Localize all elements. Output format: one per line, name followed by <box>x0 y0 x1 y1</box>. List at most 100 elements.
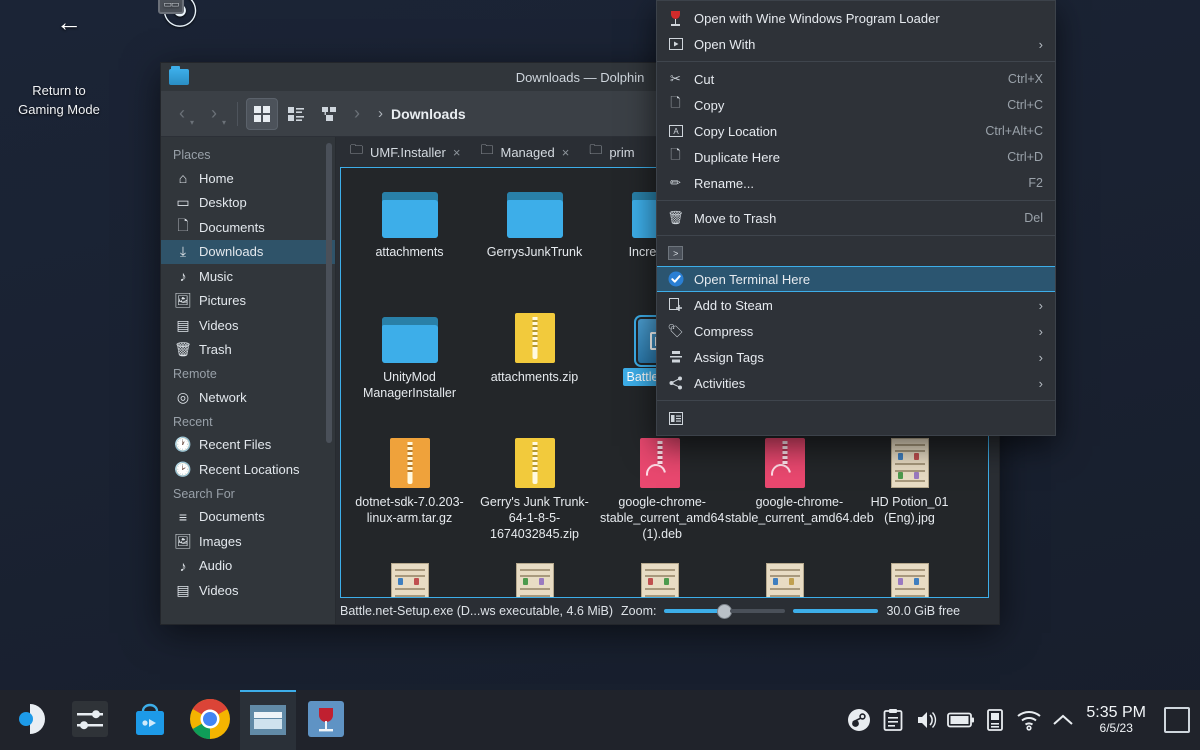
status-selection-info: Battle.net-Setup.exe (D...ws executable,… <box>340 604 613 618</box>
wifi-tray-icon[interactable] <box>1012 690 1046 750</box>
sidebar-item-music[interactable]: ♪ Music <box>161 264 336 289</box>
file-item[interactable] <box>472 547 597 598</box>
menu-separator <box>657 235 1055 236</box>
menu-item-open-terminal-here[interactable]: > <box>657 240 1055 266</box>
tab-prim[interactable]: 🗀 prim <box>579 137 644 167</box>
file-item[interactable]: attachments <box>347 172 472 261</box>
taskbar-dolphin-window-entry[interactable] <box>240 690 296 750</box>
image-thumbnail <box>472 547 597 598</box>
sidebar-item-recent-files[interactable]: 🕐 Recent Files <box>161 433 336 458</box>
sidebar-item-downloads[interactable]: ⤓ Downloads <box>161 240 336 265</box>
menu-item-open-with-wine[interactable]: Open with Wine Windows Program Loader <box>657 5 1055 31</box>
tab-label: prim <box>609 145 634 160</box>
tab-managed[interactable]: 🗀 Managed × <box>470 137 579 167</box>
sidebar-item-network[interactable]: ◎ Network <box>161 385 336 410</box>
sidebar-item-trash[interactable]: 🗑 Trash <box>161 338 336 363</box>
file-item[interactable]: google-chrome-stable_current_amd64 (1).d… <box>597 422 722 543</box>
properties-icon <box>667 410 684 427</box>
trash-icon: 🗑 <box>175 342 191 358</box>
view-mode-compact-button[interactable] <box>280 98 312 130</box>
toolbar-separator <box>237 102 238 126</box>
menu-item-label: Open With <box>694 37 1029 52</box>
file-item[interactable]: GerrysJunkTrunk <box>472 172 597 261</box>
archive-icon <box>347 422 472 488</box>
sidebar-scrollbar[interactable] <box>326 143 332 443</box>
view-mode-details-button[interactable] <box>314 98 346 130</box>
breadcrumb[interactable]: Downloads <box>391 106 466 122</box>
sidebar-group-title-remote: Remote <box>161 362 336 385</box>
music-note-icon: ♪ <box>175 268 191 284</box>
file-item[interactable]: Gerry's Junk Trunk-64-1-8-5-1674032845.z… <box>472 422 597 543</box>
file-item[interactable] <box>847 547 972 598</box>
volume-tray-icon[interactable] <box>910 690 944 750</box>
view-mode-icons-button[interactable] <box>246 98 278 130</box>
file-item[interactable] <box>722 547 847 598</box>
menu-separator <box>657 200 1055 201</box>
file-item[interactable]: google-chrome-stable_current_amd64.deb <box>722 422 847 527</box>
menu-item-shortcut: F2 <box>1028 176 1043 190</box>
tab-close-icon[interactable]: × <box>562 145 570 160</box>
taskbar-discover-launcher[interactable] <box>126 696 174 744</box>
file-item[interactable] <box>597 547 722 598</box>
menu-item-cut[interactable]: ✂ Cut Ctrl+X <box>657 66 1055 92</box>
menu-item-compress[interactable]: Add to Steam › <box>657 292 1055 318</box>
menu-item-copy-location[interactable]: A Copy Location Ctrl+Alt+C <box>657 118 1055 144</box>
sidebar-item-label: Recent Locations <box>199 462 299 477</box>
sidebar-item-search-images[interactable]: 🖼 Images <box>161 529 336 554</box>
menu-item-open-with[interactable]: Open With › <box>657 31 1055 57</box>
search-images-icon: 🖼 <box>175 533 191 549</box>
taskbar-kickoff-launcher[interactable] <box>6 696 54 744</box>
zoom-slider[interactable] <box>664 604 878 619</box>
submenu-arrow-icon: › <box>1039 324 1043 339</box>
battery-tray-icon[interactable] <box>944 690 978 750</box>
checkmark-icon <box>667 271 684 288</box>
sidebar-item-desktop[interactable]: ▭ Desktop <box>161 191 336 216</box>
show-desktop-button[interactable] <box>1164 707 1190 733</box>
menu-item-assign-tags[interactable]: 🏷 Compress › <box>657 318 1055 344</box>
menu-item-rename[interactable]: ✏ Rename... F2 <box>657 170 1055 196</box>
folder-icon: 🗀 <box>589 141 602 163</box>
menu-item-duplicate-here[interactable]: 🗋 Duplicate Here Ctrl+D <box>657 144 1055 170</box>
sidebar-group-title-search-for: Search For <box>161 482 336 505</box>
file-item[interactable]: dotnet-sdk-7.0.203-linux-arm.tar.gz <box>347 422 472 527</box>
file-item[interactable]: HD Potion_01 (Eng).jpg <box>847 422 972 527</box>
file-item[interactable] <box>347 547 472 598</box>
terminal-icon: > <box>667 245 684 262</box>
file-item[interactable]: attachments.zip <box>472 297 597 386</box>
taskbar-chrome-launcher[interactable] <box>186 696 234 744</box>
menu-item-properties[interactable] <box>657 405 1055 431</box>
clock[interactable]: 5:35 PM 6/5/23 <box>1080 704 1158 736</box>
usb-tray-icon[interactable] <box>978 690 1012 750</box>
menu-item-share[interactable]: Activities › <box>657 370 1055 396</box>
sidebar-item-pictures[interactable]: 🖼 Pictures <box>161 289 336 314</box>
chevron-up-icon[interactable] <box>1046 690 1080 750</box>
menu-item-move-to-trash[interactable]: 🗑 Move to Trash Del <box>657 205 1055 231</box>
tab-close-icon[interactable]: × <box>453 145 461 160</box>
taskbar-wine-launcher[interactable] <box>302 696 350 744</box>
tab-umf-installer[interactable]: 🗀 UMF.Installer × <box>340 137 470 167</box>
sidebar-item-videos[interactable]: ▤ Videos <box>161 313 336 338</box>
file-name: UnityMod ManagerInstaller <box>347 368 472 402</box>
menu-item-copy[interactable]: 🗋 Copy Ctrl+C <box>657 92 1055 118</box>
menu-item-activities[interactable]: Assign Tags › <box>657 344 1055 370</box>
taskbar: 5:35 PM 6/5/23 <box>0 690 1200 750</box>
sidebar-item-search-documents[interactable]: ≡ Documents <box>161 505 336 530</box>
file-item[interactable]: UnityMod ManagerInstaller <box>347 297 472 402</box>
desktop-icon-return-to-gaming-mode[interactable]: ← Return to Gaming Mode <box>0 12 118 120</box>
taskbar-settings-launcher[interactable] <box>66 696 114 744</box>
details-view-icon <box>321 105 339 123</box>
steam-tray-icon[interactable] <box>842 690 876 750</box>
sidebar-item-search-videos[interactable]: ▤ Videos <box>161 578 336 603</box>
clipboard-tray-icon[interactable] <box>876 690 910 750</box>
image-thumbnail <box>597 547 722 598</box>
view-mode-overflow-button[interactable]: › <box>348 99 366 129</box>
sidebar-item-documents[interactable]: 🗋 Documents <box>161 215 336 240</box>
menu-item-label: Duplicate Here <box>694 150 997 165</box>
sidebar-item-recent-locations[interactable]: 🕑 Recent Locations <box>161 457 336 482</box>
sidebar-item-search-audio[interactable]: ♪ Audio <box>161 554 336 579</box>
places-sidebar: Places ⌂ Home ▭ Desktop 🗋 Documents ⤓ Do… <box>161 137 336 624</box>
back-button[interactable]: ‹ ▾ <box>167 99 197 129</box>
forward-button[interactable]: › ▾ <box>199 99 229 129</box>
sidebar-item-home[interactable]: ⌂ Home <box>161 166 336 191</box>
menu-item-add-to-steam[interactable]: Open Terminal Here <box>657 266 1055 292</box>
